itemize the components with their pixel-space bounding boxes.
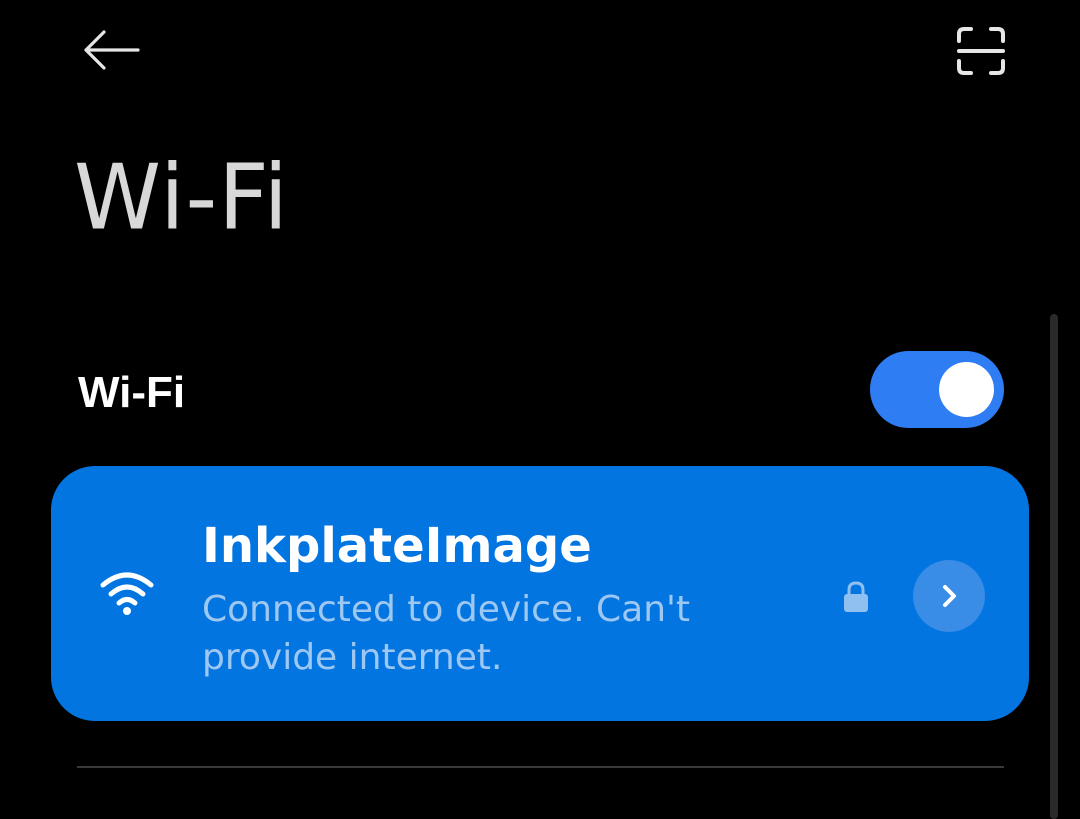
wifi-toggle-switch[interactable]	[870, 351, 1004, 428]
lock-icon	[844, 581, 868, 612]
scan-button[interactable]	[948, 20, 1014, 82]
wifi-toggle-label: Wi-Fi	[78, 368, 186, 417]
divider	[77, 766, 1004, 768]
network-status: Connected to device. Can't provide inter…	[202, 589, 691, 678]
connected-network-card[interactable]: InkplateImage Connected to device. Can't…	[51, 466, 1029, 721]
toggle-knob	[939, 362, 994, 417]
wifi-signal-icon	[100, 572, 154, 615]
back-button[interactable]	[72, 22, 148, 78]
page-title: Wi-Fi	[74, 144, 289, 251]
chevron-right-icon	[943, 585, 956, 607]
network-details-button[interactable]	[913, 560, 985, 632]
arrow-left-icon	[84, 30, 140, 70]
scrollbar[interactable]	[1050, 314, 1058, 819]
network-name: InkplateImage	[202, 518, 592, 574]
wifi-toggle-row[interactable]: Wi-Fi	[0, 340, 1080, 440]
scan-qr-icon	[957, 27, 1005, 75]
